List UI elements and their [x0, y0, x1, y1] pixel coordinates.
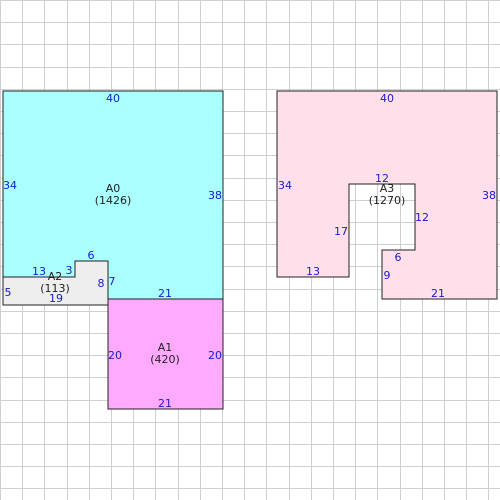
- edge-label: 21: [158, 397, 172, 410]
- edge-label: 13: [32, 265, 46, 278]
- edge-label: 20: [208, 349, 222, 362]
- edge-label: 17: [334, 225, 348, 238]
- floor-plan-canvas: 40 38 21 7 6 3 13 34 20 20 21 5 19 8 40 …: [0, 0, 500, 500]
- edge-label: 34: [278, 179, 292, 192]
- edge-label: 20: [108, 349, 122, 362]
- edge-label: 21: [158, 287, 172, 300]
- edge-label: 5: [5, 286, 12, 299]
- edge-label: 12: [415, 211, 429, 224]
- shape-area-label: (1426): [95, 194, 132, 207]
- edge-label: 3: [66, 264, 73, 277]
- edge-label: 34: [3, 179, 17, 192]
- edge-label: 7: [109, 275, 116, 288]
- edge-label: 13: [306, 265, 320, 278]
- edge-label: 6: [395, 251, 402, 264]
- shape-area-label: (113): [40, 282, 70, 295]
- edge-label: 9: [384, 269, 391, 282]
- shape-area-label: (1270): [369, 194, 406, 207]
- shape-area-label: (420): [150, 353, 180, 366]
- edge-label: 6: [88, 249, 95, 262]
- edge-label: 40: [380, 92, 394, 105]
- edge-label: 38: [208, 189, 222, 202]
- edge-label: 8: [98, 277, 105, 290]
- edge-label: 21: [431, 287, 445, 300]
- edge-label: 40: [106, 92, 120, 105]
- edge-label: 38: [482, 189, 496, 202]
